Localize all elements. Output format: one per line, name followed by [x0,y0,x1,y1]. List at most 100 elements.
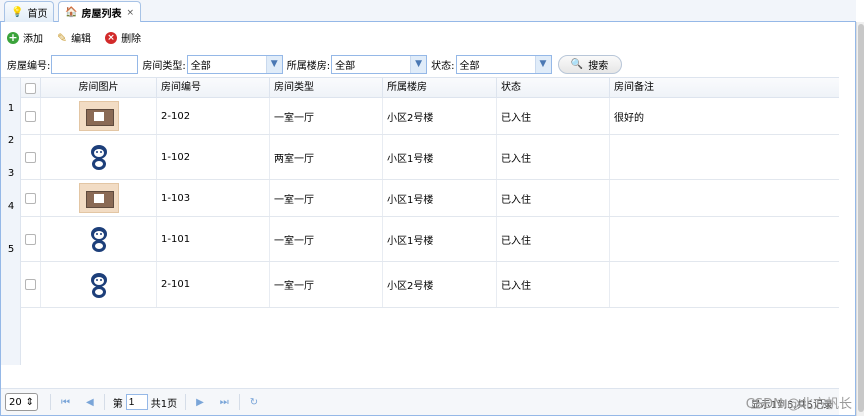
row-checkbox[interactable] [25,279,36,290]
row-checkbox[interactable] [25,151,36,163]
row-checkbox-cell [21,180,41,216]
building-cell: 小区1号楼 [383,135,497,179]
room-photo [78,101,119,131]
status-select[interactable]: 全部 ▼ [455,55,552,74]
room-photo [78,183,119,213]
prev-page-icon[interactable]: ◀ [86,397,94,408]
room-image-cell [41,135,157,179]
room-type-cell: 一室一厅 [270,180,383,216]
room-image-cell [41,217,157,261]
tab-room-list[interactable]: 🏠 房屋列表 × [58,1,141,23]
table-row[interactable]: 2-102 一室一厅 小区2号楼 已入住 很好的 [21,98,839,135]
chevron-down-icon[interactable]: ▼ [410,56,427,73]
chevron-down-icon[interactable]: ▼ [534,56,551,73]
row-checkbox-cell [21,262,41,307]
divider [185,394,187,410]
monkey-logo [90,227,107,252]
header-note[interactable]: 房间备注 [610,78,839,98]
watermark: CSDN @北方帆长 [745,397,852,412]
updown-icon: ⇕ [25,396,34,408]
status-cell: 已入住 [497,135,610,179]
header-building[interactable]: 所属楼房 [383,78,497,98]
status-cell: 已入住 [497,180,610,216]
table-row[interactable]: 2-101 一室一厅 小区2号楼 已入住 [21,262,839,308]
page-size-value: 20 [9,396,22,408]
tab-bar: 💡 首页 🏠 房屋列表 × [0,0,856,23]
select-all-checkbox[interactable] [25,82,36,94]
building-value: 全部 [335,61,356,72]
refresh-icon[interactable]: ↻ [250,397,258,408]
room-no-cell: 2-101 [157,262,270,307]
next-page-icon[interactable]: ▶ [196,397,204,408]
table-row[interactable]: 1-102 两室一厅 小区1号楼 已入住 [21,135,839,180]
building-label: 所属楼房: [286,61,331,72]
first-page-icon[interactable]: ⏮ [61,397,70,408]
room-no-cell: 1-103 [157,180,270,216]
search-button-label: 搜索 [588,61,609,72]
delete-icon: × [105,31,118,44]
add-button[interactable]: + 添加 [7,30,43,45]
note-cell [610,180,839,216]
status-cell: 已入住 [497,98,610,134]
table-row[interactable]: 1-103 一室一厅 小区1号楼 已入住 [21,180,839,217]
room-type-cell: 一室一厅 [270,262,383,307]
building-cell: 小区1号楼 [383,217,497,261]
monkey-logo [90,272,107,298]
divider [238,394,240,410]
vertical-scrollbar[interactable] [856,22,864,416]
room-no-cell: 2-102 [157,98,270,134]
room-no-input[interactable] [51,55,139,74]
close-icon[interactable]: × [126,8,134,18]
row-checkbox[interactable] [25,110,36,122]
header-room-no[interactable]: 房间编号 [157,78,270,98]
toolbar: + 添加 ✎ 编辑 × 删除 [7,30,141,45]
page-number-input[interactable] [125,394,148,410]
search-button[interactable]: 🔍 搜索 [557,55,622,74]
page-size-select[interactable]: 20 ⇕ [5,393,38,411]
row-checkbox[interactable] [25,192,36,204]
row-number: 4 [7,201,15,212]
tab-home[interactable]: 💡 首页 [4,1,55,22]
room-table: 1 2 3 4 5 房间图片 房间编号 房间类型 所属楼房 状态 房间备注 2-… [1,77,839,365]
select-all-cell [21,78,41,98]
page-total: 共1页 [150,398,178,410]
header-room-type[interactable]: 房间类型 [270,78,383,98]
tab-home-label: 首页 [27,8,48,20]
table-row[interactable]: 1-101 一室一厅 小区1号楼 已入住 [21,217,839,262]
tab-room-list-label: 房屋列表 [81,9,122,20]
building-cell: 小区1号楼 [383,180,497,216]
divider [103,394,105,410]
room-image-cell [41,262,157,307]
pagination-bar: 20 ⇕ ⏮ ◀ 第 共1页 ▶ ⏭ ↻ 显示1到5,共5记录 [1,388,839,415]
chevron-down-icon[interactable]: ▼ [265,56,282,73]
table-header: 房间图片 房间编号 房间类型 所属楼房 状态 房间备注 [21,78,839,98]
room-image-cell [41,98,157,134]
room-type-cell: 一室一厅 [270,217,383,261]
divider [50,394,51,410]
row-number-column: 1 2 3 4 5 [1,78,21,365]
status-cell: 已入住 [497,262,610,307]
edit-button[interactable]: ✎ 编辑 [57,30,92,46]
last-page-icon[interactable]: ⏭ [220,397,229,408]
building-select[interactable]: 全部 ▼ [331,55,428,74]
row-checkbox[interactable] [25,233,36,245]
edit-button-label: 编辑 [71,34,92,45]
room-type-cell: 两室一厅 [270,135,383,179]
room-no-cell: 1-102 [157,135,270,179]
header-status[interactable]: 状态 [497,78,610,98]
header-image[interactable]: 房间图片 [41,78,157,98]
row-checkbox-cell [21,135,41,179]
row-number: 2 [7,135,15,146]
row-checkbox-cell [21,98,41,134]
room-type-cell: 一室一厅 [270,98,383,134]
house-icon: 🏠 [65,7,78,18]
delete-button[interactable]: × 删除 [105,30,141,45]
search-icon: 🔍 [570,59,584,70]
room-list-panel: + 添加 ✎ 编辑 × 删除 房屋编号: 房间类型: 全部 ▼ 所属楼房: 全部… [0,22,856,416]
status-cell: 已入住 [497,217,610,261]
room-type-value: 全部 [190,61,211,72]
scrollbar-thumb[interactable] [858,24,864,412]
room-no-label: 房屋编号: [7,61,51,72]
room-type-select[interactable]: 全部 ▼ [186,55,283,74]
filter-bar: 房屋编号: 房间类型: 全部 ▼ 所属楼房: 全部 ▼ 状态: 全部 ▼ 🔍 搜… [7,55,622,74]
